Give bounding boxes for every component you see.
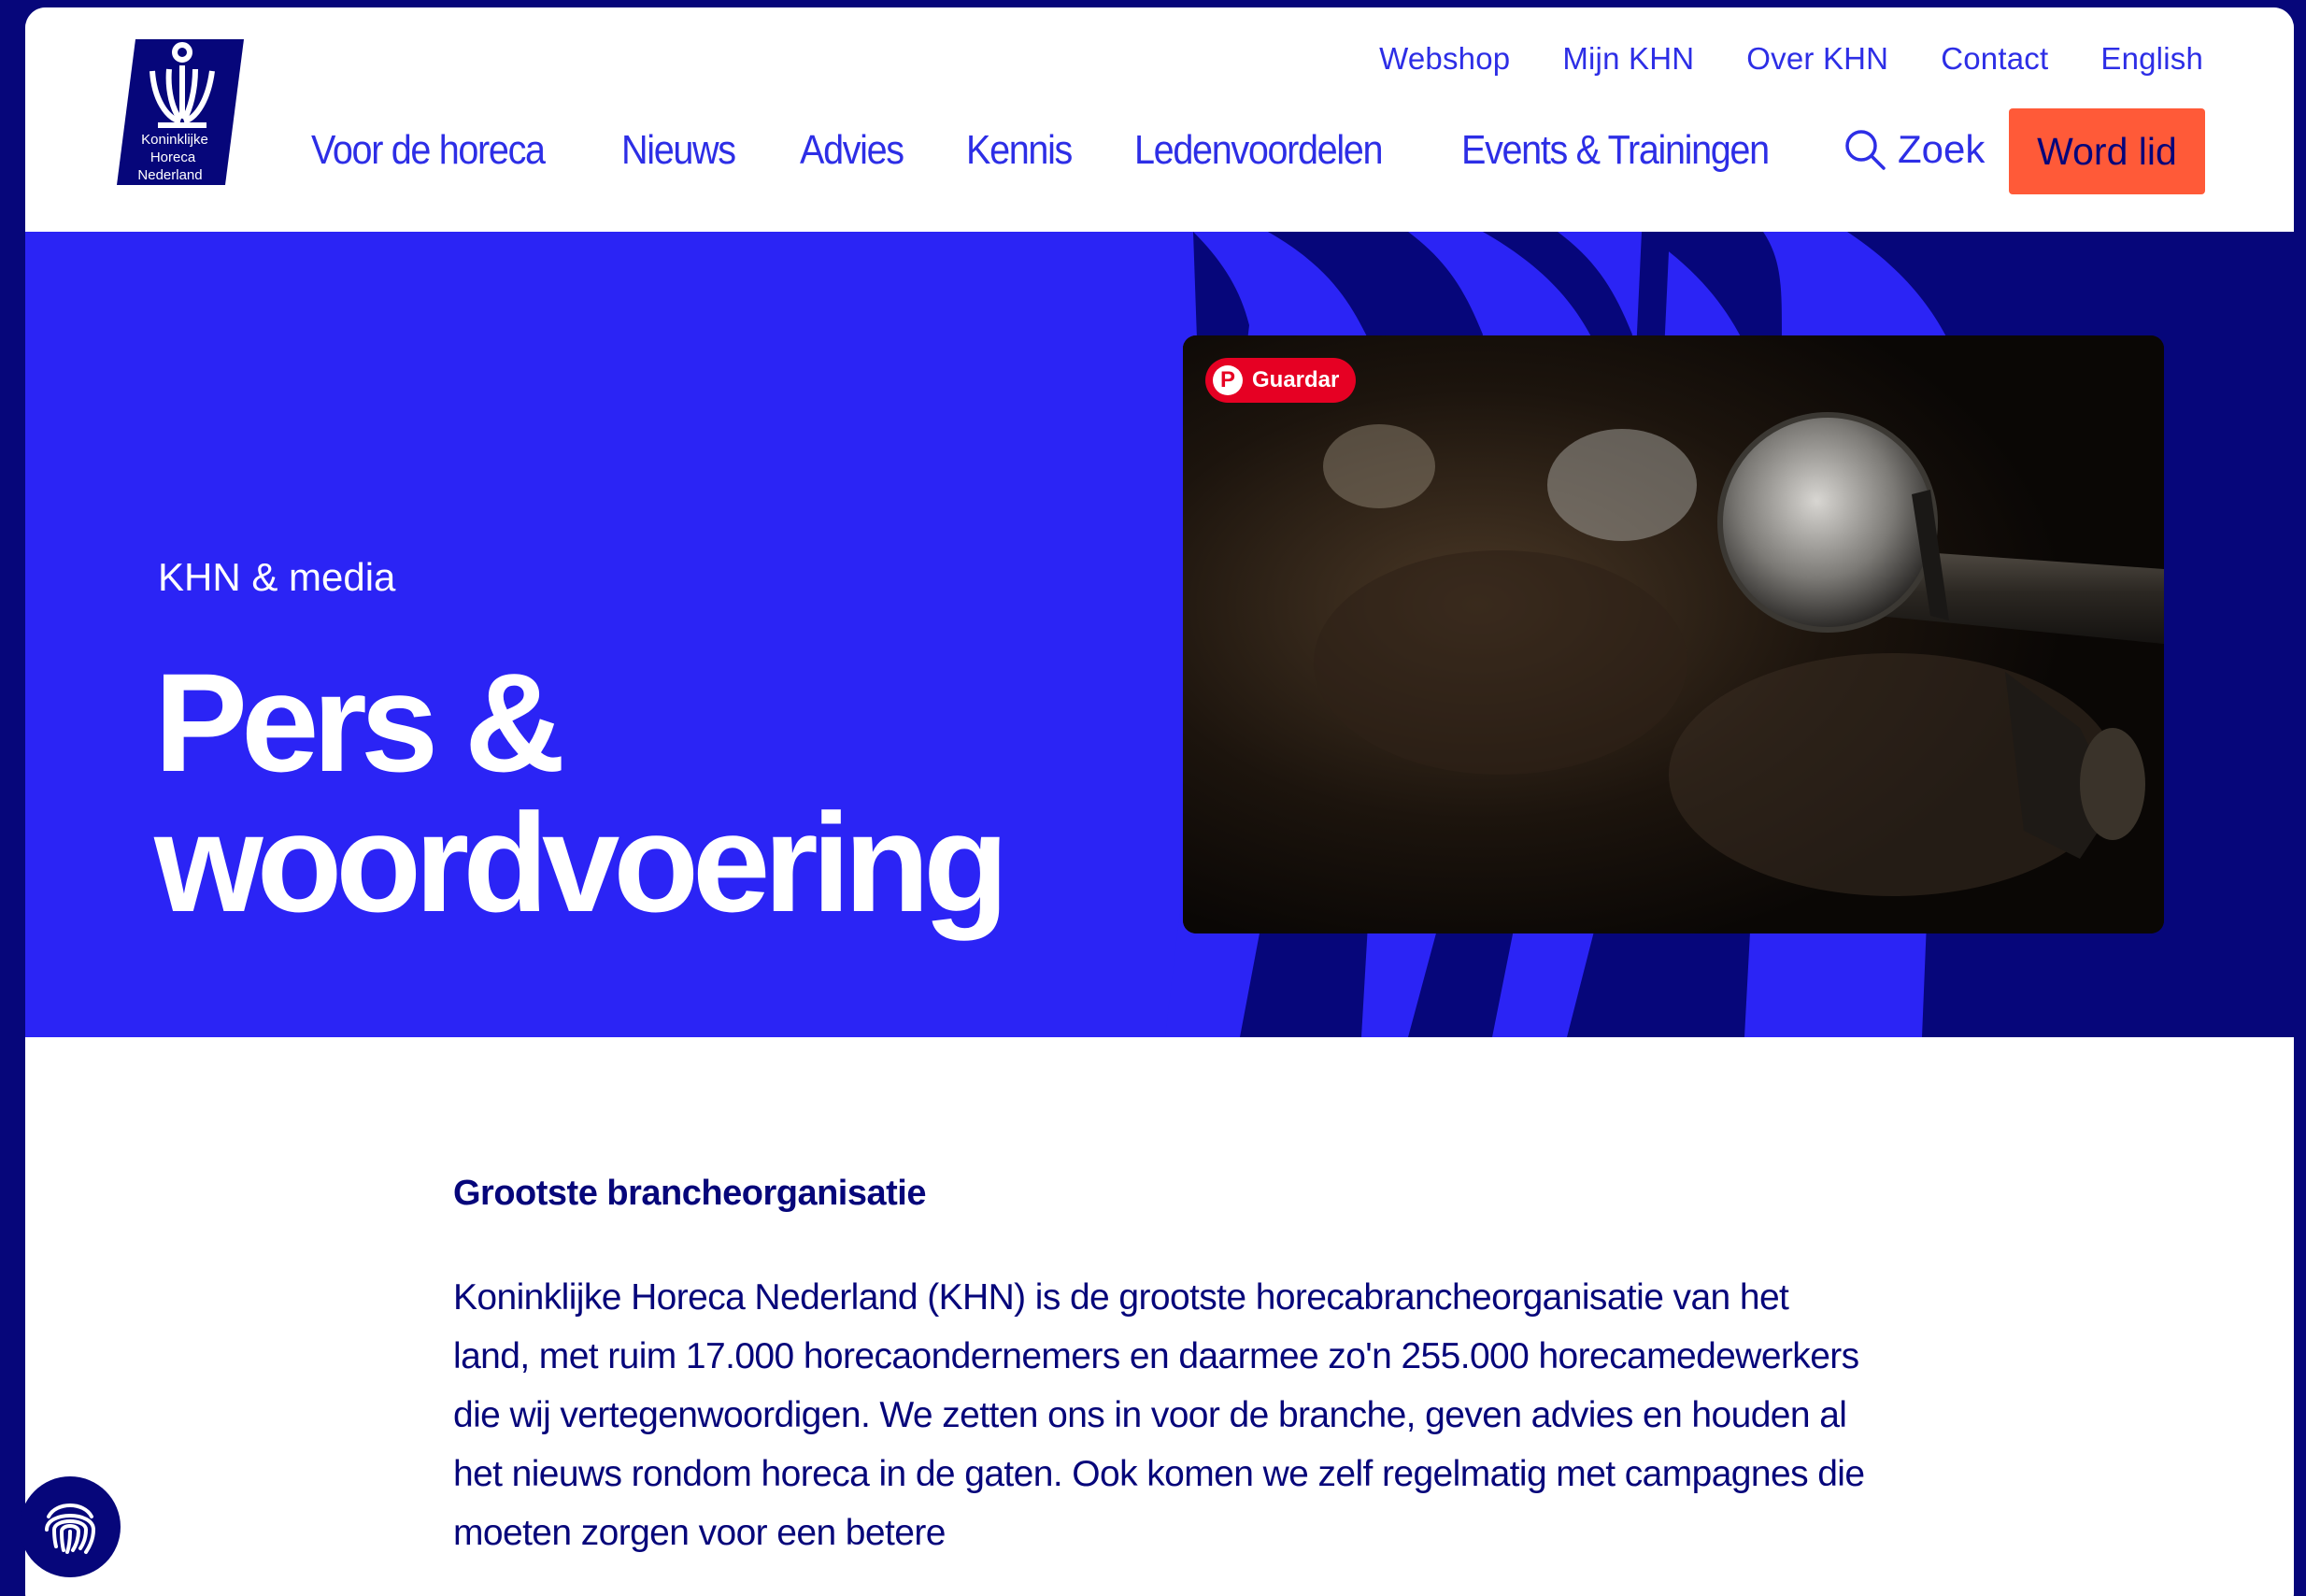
page-title-line2: woordvoering <box>154 784 1009 941</box>
search-icon <box>1843 128 1886 171</box>
nav-advies[interactable]: Advies <box>800 127 904 174</box>
intro-section: Grootste brancheorganisatie Koninklijke … <box>453 1174 1873 1562</box>
link-mijn-khn[interactable]: Mijn KHN <box>1562 41 1694 77</box>
nav-ledenvoordelen[interactable]: Ledenvoordelen <box>1134 127 1383 174</box>
page-title-line1: Pers & <box>154 644 565 801</box>
svg-text:Nederland: Nederland <box>137 167 202 183</box>
link-contact[interactable]: Contact <box>1941 41 2048 77</box>
word-lid-button[interactable]: Word lid <box>2009 108 2205 194</box>
page-title: Pers & woordvoering <box>154 644 1009 941</box>
nav-events-trainingen[interactable]: Events & Trainingen <box>1461 127 1770 174</box>
search-label: Zoek <box>1898 127 1986 171</box>
pinterest-icon: P <box>1213 365 1243 395</box>
privacy-settings-button[interactable] <box>20 1476 121 1577</box>
svg-text:Koninklijke: Koninklijke <box>141 132 208 148</box>
nav-nieuws[interactable]: Nieuws <box>621 127 736 174</box>
pinterest-save-button[interactable]: P Guardar <box>1205 358 1357 403</box>
khn-logo[interactable]: Koninklijke Horeca Nederland <box>115 34 248 191</box>
page-frame: Koninklijke Horeca Nederland Webshop Mij… <box>25 7 2294 1596</box>
hero-image: P Guardar <box>1183 335 2164 933</box>
utility-nav: Webshop Mijn KHN Over KHN Contact Englis… <box>1379 41 2203 77</box>
main-nav: Voor de horeca Nieuws Advies Kennis Lede… <box>311 127 1802 174</box>
link-over-khn[interactable]: Over KHN <box>1746 41 1888 77</box>
microphone-image <box>1183 335 2164 933</box>
nav-voor-de-horeca[interactable]: Voor de horeca <box>311 127 546 174</box>
hero-eyebrow: KHN & media <box>158 555 396 599</box>
pinterest-save-label: Guardar <box>1252 367 1340 392</box>
search-button[interactable]: Zoek <box>1843 127 1985 172</box>
site-header: Koninklijke Horeca Nederland Webshop Mij… <box>25 7 2294 232</box>
intro-paragraph: Koninklijke Horeca Nederland (KHN) is de… <box>453 1277 1865 1553</box>
link-english[interactable]: English <box>2100 41 2203 77</box>
hero-section: KHN & media Pers & woordvoering P Guarda… <box>25 232 2294 1037</box>
section-heading: Grootste brancheorganisatie <box>453 1174 926 1213</box>
link-webshop[interactable]: Webshop <box>1379 41 1510 77</box>
fingerprint-icon <box>45 1503 96 1554</box>
svg-text:Horeca: Horeca <box>150 150 196 165</box>
nav-kennis[interactable]: Kennis <box>966 127 1073 174</box>
